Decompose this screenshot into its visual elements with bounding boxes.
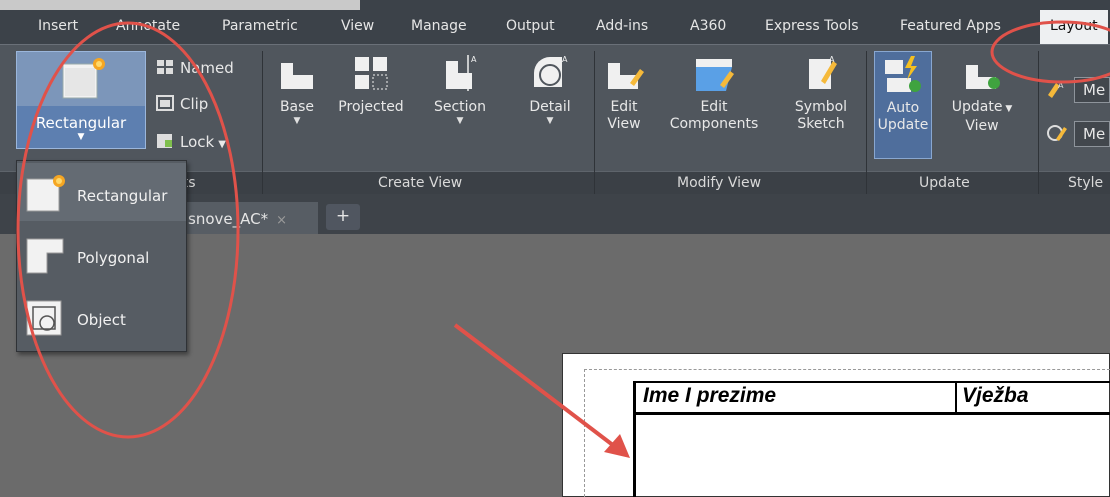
style-button-1[interactable]: Me <box>1074 77 1110 103</box>
title-block-exercise-cell: Vježba <box>962 384 1029 407</box>
base-label: Base <box>279 99 315 115</box>
clip-label: Clip <box>180 95 209 113</box>
update-view-line2: View <box>965 118 999 134</box>
menu-item-label: Rectangular <box>77 187 168 205</box>
svg-text:A: A <box>471 55 477 64</box>
rectangular-label: Rectangular <box>35 114 127 132</box>
section-label: Section <box>433 99 486 115</box>
section-view-icon: A <box>446 55 477 91</box>
edit-view-line2: View <box>607 116 641 132</box>
edit-view-button[interactable]: Edit View <box>602 53 646 133</box>
document-tab-label: snove_AC* <box>188 210 269 228</box>
tab-add-ins[interactable]: Add-ins <box>596 18 648 34</box>
chevron-down-icon: ▼ <box>77 132 85 142</box>
tab-parametric[interactable]: Parametric <box>222 18 298 34</box>
symbol-sketch-button[interactable]: A Symbol Sketch <box>790 53 852 133</box>
lock-button[interactable]: Lock ▼ <box>156 133 226 151</box>
tab-view[interactable]: View <box>341 18 374 34</box>
new-tab-button[interactable]: + <box>326 204 360 230</box>
edit-components-line2: Components <box>669 116 759 132</box>
edit-components-icon <box>696 59 734 91</box>
style-button-2[interactable]: Me <box>1074 121 1110 147</box>
create-view-panel-title: Create View <box>378 175 463 191</box>
update-panel-title: Update <box>919 175 970 191</box>
style-icon-1: A <box>1046 79 1068 103</box>
named-label: Named <box>180 59 234 77</box>
polygonal-icon <box>26 238 64 274</box>
auto-update-line1: Auto <box>886 100 920 116</box>
detail-view-icon: A <box>534 55 568 87</box>
tab-output[interactable]: Output <box>506 18 555 34</box>
tab-layout[interactable]: Layout <box>1040 10 1108 44</box>
lock-label: Lock <box>180 133 215 151</box>
style-icon-2 <box>1046 123 1068 147</box>
chevron-down-icon: ▼ <box>546 116 554 126</box>
close-icon[interactable]: × <box>276 213 287 228</box>
update-view-icon <box>966 65 1000 89</box>
auto-update-line2: Update <box>877 117 929 133</box>
panel-separator <box>866 51 867 195</box>
title-strip <box>0 0 360 10</box>
title-block-divider <box>633 412 1110 415</box>
clip-icon <box>156 95 174 111</box>
edit-view-icon <box>608 63 644 89</box>
autocad-window: Insert Annotate Parametric View Manage O… <box>0 0 1110 497</box>
update-view-button[interactable]: Update ▼ View <box>950 53 1014 135</box>
symbol-sketch-icon: A <box>809 55 837 89</box>
projected-view-button[interactable]: Projected <box>330 53 412 116</box>
rectangular-viewport-button[interactable]: Rectangular ▼ <box>16 51 146 149</box>
panel-separator <box>1038 51 1039 195</box>
panel-separator <box>262 51 263 195</box>
tab-annotate[interactable]: Annotate <box>116 18 180 34</box>
svg-text:A: A <box>829 55 835 64</box>
tab-insert[interactable]: Insert <box>38 18 78 34</box>
modify-view-panel-title: Modify View <box>677 175 762 191</box>
svg-text:A: A <box>1058 81 1064 90</box>
chevron-down-icon: ▼ <box>1002 104 1013 114</box>
chevron-down-icon: ▼ <box>218 139 226 150</box>
edit-view-line1: Edit <box>610 99 638 115</box>
named-button[interactable]: Named <box>156 59 234 77</box>
styles-panel-title: Style <box>1068 175 1104 191</box>
projected-view-icon <box>355 57 388 90</box>
rectangular-icon <box>26 175 65 212</box>
detail-label: Detail <box>529 99 571 115</box>
viewport-dropdown-menu: Rectangular Polygonal Object <box>16 160 187 352</box>
title-block-name-cell: Ime I prezime <box>643 384 777 407</box>
base-view-icon <box>281 63 313 89</box>
tab-featured-apps[interactable]: Featured Apps <box>900 18 1001 34</box>
menu-item-rectangular[interactable]: Rectangular <box>17 163 186 221</box>
title-block-divider <box>955 381 957 414</box>
panel-separator <box>594 51 595 195</box>
ribbon-tab-bar: Insert Annotate Parametric View Manage O… <box>0 0 1110 44</box>
tab-express-tools[interactable]: Express Tools <box>765 18 859 34</box>
object-icon <box>26 300 62 336</box>
symbol-sketch-line2: Sketch <box>797 116 845 132</box>
edit-components-line1: Edit <box>700 99 728 115</box>
named-icon <box>156 59 174 75</box>
lock-icon <box>156 133 174 149</box>
rectangular-viewport-icon <box>17 52 145 106</box>
chevron-down-icon: ▼ <box>293 116 301 126</box>
menu-item-polygonal[interactable]: Polygonal <box>17 225 186 283</box>
detail-view-button[interactable]: A Detail ▼ <box>524 53 576 126</box>
menu-item-label: Polygonal <box>77 249 150 267</box>
base-view-button[interactable]: Base ▼ <box>273 53 321 126</box>
clip-button[interactable]: Clip <box>156 95 208 113</box>
chevron-down-icon: ▼ <box>456 116 464 126</box>
menu-item-label: Object <box>77 311 126 329</box>
auto-update-icon <box>885 56 921 92</box>
tab-manage[interactable]: Manage <box>411 18 467 34</box>
update-view-line1: Update <box>951 99 1003 115</box>
auto-update-button[interactable]: Auto Update <box>874 51 932 159</box>
tab-a360[interactable]: A360 <box>690 18 726 34</box>
symbol-sketch-line1: Symbol <box>794 99 848 115</box>
edit-components-button[interactable]: Edit Components <box>662 53 766 133</box>
menu-item-object[interactable]: Object <box>17 287 186 345</box>
section-view-button[interactable]: A Section ▼ <box>428 53 492 126</box>
projected-label: Projected <box>338 99 404 115</box>
svg-text:A: A <box>562 55 568 64</box>
